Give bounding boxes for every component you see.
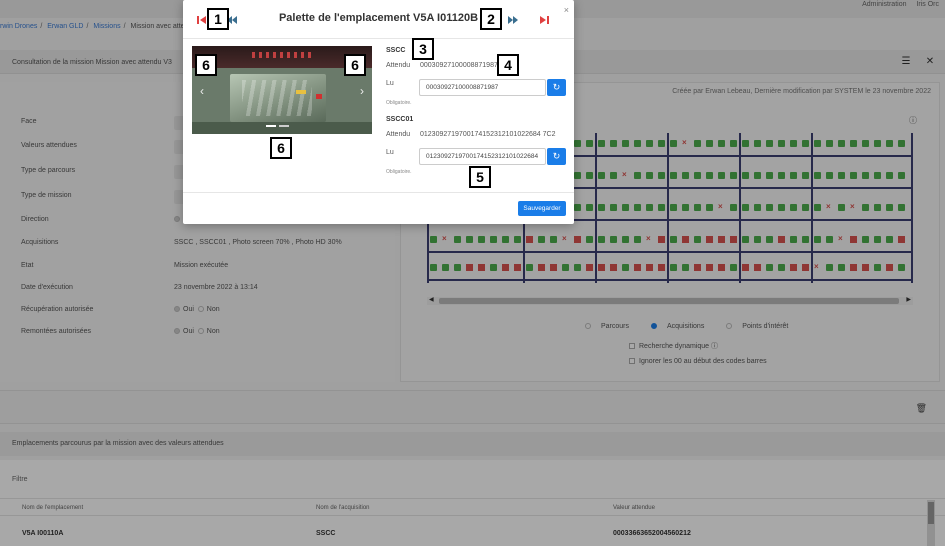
save-button[interactable]: Sauvegarder [518, 201, 566, 216]
carousel-prev-icon[interactable]: ‹ [200, 84, 204, 98]
sscc01-reset-button[interactable]: ↻ [547, 148, 566, 165]
callout-badge-3: 3 [412, 38, 434, 60]
carousel-next-icon[interactable]: › [360, 84, 364, 98]
attendu-label: Attendu [386, 62, 411, 69]
required-hint: Obligatoire. [386, 100, 412, 106]
sscc01-title: SSCC01 [386, 116, 414, 123]
callout-badge-6: 6 [344, 54, 366, 76]
carousel-indicators[interactable] [266, 122, 292, 129]
sscc-expected-value: 00030927100008871987 [420, 62, 498, 69]
callout-badge-1: 1 [207, 8, 229, 30]
sscc-title: SSCC [386, 47, 406, 54]
callout-badge-5: 5 [469, 166, 491, 188]
next-icon[interactable] [506, 13, 520, 27]
lu-label: Lu [386, 149, 394, 156]
close-icon[interactable]: × [564, 5, 569, 15]
sscc-reset-button[interactable]: ↻ [547, 79, 566, 96]
last-icon[interactable] [537, 13, 551, 27]
sscc01-read-input[interactable] [419, 148, 546, 165]
pallet-modal: Palette de l'emplacement V5A I01120B × ‹… [183, 0, 574, 224]
attendu-label: Attendu [386, 131, 411, 138]
callout-badge-2: 2 [480, 8, 502, 30]
sscc-read-input[interactable] [419, 79, 546, 96]
required-hint: Obligatoire. [386, 169, 412, 175]
callout-badge-6: 6 [270, 137, 292, 159]
lu-label: Lu [386, 80, 394, 87]
callout-badge-4: 4 [497, 54, 519, 76]
sscc01-expected-value: 0123092719700174152312101022684 7C2 [420, 131, 556, 138]
modal-header: Palette de l'emplacement V5A I01120B × [183, 0, 574, 39]
callout-badge-6: 6 [195, 54, 217, 76]
